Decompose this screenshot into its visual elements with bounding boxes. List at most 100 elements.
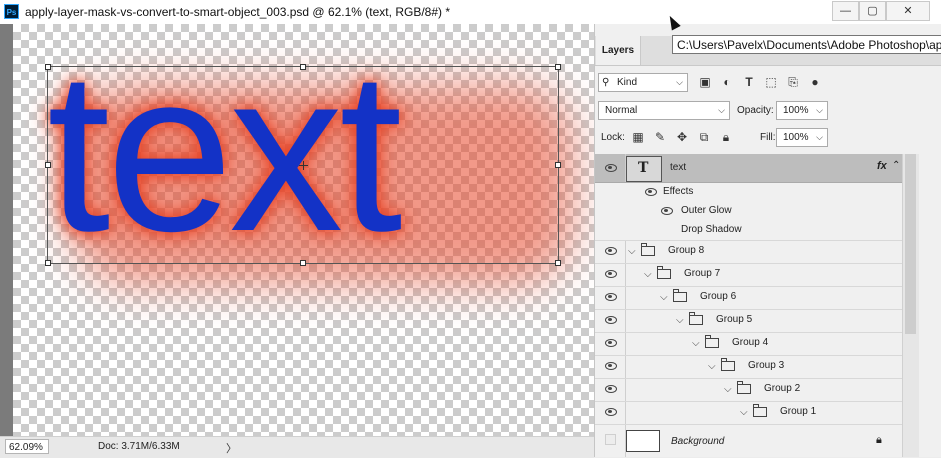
effect-outer-glow-row[interactable]: Outer Glow (595, 202, 903, 221)
effect-drop-shadow-row[interactable]: Drop Shadow (595, 221, 903, 241)
transform-handle-right[interactable] (555, 162, 561, 168)
shape-layer-filter-icon[interactable]: ⬚ (763, 73, 779, 91)
fill-field[interactable]: 100% ⌵ (776, 128, 828, 147)
status-bar: 62.09% Doc: 3.71M/6.33M 〉 (0, 436, 594, 458)
visibility-eye-icon[interactable] (605, 362, 617, 370)
lock-transparent-pixels-icon[interactable]: ▦ (630, 128, 646, 146)
layers-list[interactable]: T text fx ⌃ Effects Outer Glow Drop Shad… (595, 154, 903, 457)
document-title: apply-layer-mask-vs-convert-to-smart-obj… (25, 5, 450, 19)
type-layer-t-icon: T (638, 160, 649, 176)
layer-effects-fx-icon[interactable]: fx (877, 160, 887, 172)
visibility-toggle-hidden[interactable] (605, 434, 616, 445)
folder-icon (656, 266, 671, 279)
layer-row-text[interactable]: T text fx ⌃ (595, 154, 903, 183)
layer-row-group-2[interactable]: ⌵ Group 2 (595, 379, 903, 402)
layer-row-group-5[interactable]: ⌵ Group 5 (595, 310, 903, 333)
visibility-eye-icon[interactable] (605, 270, 617, 278)
chevron-down-icon[interactable]: ⌵ (676, 315, 684, 326)
chevron-up-icon[interactable]: ⌃ (892, 160, 900, 171)
adjustment-layer-filter-icon[interactable]: ◐ (719, 73, 735, 91)
search-icon: ⚲ (602, 77, 610, 88)
layer-row-group-3[interactable]: ⌵ Group 3 (595, 356, 903, 379)
layers-scrollbar[interactable] (902, 154, 919, 457)
layer-row-background[interactable]: Background 🔒︎ (595, 425, 903, 457)
folder-icon (720, 358, 735, 371)
lock-artboard-icon[interactable]: ⧉ (696, 128, 712, 146)
effects-row[interactable]: Effects (595, 183, 903, 202)
layer-row-group-8[interactable]: ⌵ Group 8 (595, 241, 903, 264)
maximize-icon: ▢ (867, 5, 878, 17)
photoshop-app-icon: Ps (4, 4, 19, 19)
opacity-label: Opacity: (737, 105, 774, 116)
transform-handle-bottom-left[interactable] (45, 260, 51, 266)
chevron-down-icon[interactable]: ⌵ (644, 269, 652, 280)
lock-label: Lock: (601, 132, 625, 143)
transform-bounding-box[interactable] (45, 64, 561, 266)
minimize-button[interactable]: — (832, 1, 859, 21)
filter-kind-dropdown[interactable]: ⚲ Kind ⌵ (598, 73, 688, 92)
blend-mode-dropdown[interactable]: Normal ⌵ (598, 101, 730, 120)
lock-position-move-icon[interactable]: ✥ (674, 128, 690, 146)
visibility-eye-icon[interactable] (605, 408, 617, 416)
canvas-area[interactable]: text (0, 24, 594, 436)
scrollbar-thumb[interactable] (905, 154, 916, 334)
transform-center-crosshair-icon[interactable] (299, 161, 308, 170)
opacity-value: 100% (783, 105, 809, 116)
effect-name: Outer Glow (681, 205, 732, 216)
folder-icon (736, 381, 751, 394)
lock-image-pixels-brush-icon[interactable]: ✎ (652, 128, 668, 146)
smart-object-filter-icon[interactable]: ⎘ (785, 73, 801, 91)
layer-row-group-6[interactable]: ⌵ Group 6 (595, 287, 903, 310)
lock-all-icon[interactable]: 🔒︎ (718, 128, 734, 146)
close-button[interactable]: ✕ (886, 1, 930, 21)
filter-toggle-icon[interactable]: ● (807, 73, 823, 91)
type-layer-filter-icon[interactable]: T (741, 73, 757, 91)
title-bar: Ps apply-layer-mask-vs-convert-to-smart-… (0, 0, 941, 25)
path-tooltip: C:\Users\Pavelx\Documents\Adobe Photosho… (672, 35, 941, 54)
chevron-down-icon[interactable]: ⌵ (740, 407, 748, 418)
transform-handle-top-left[interactable] (45, 64, 51, 70)
fill-label: Fill: (760, 132, 776, 143)
blend-mode-row: Normal ⌵ Opacity: 100% ⌵ (595, 101, 919, 121)
visibility-eye-icon[interactable] (605, 339, 617, 347)
visibility-eye-icon[interactable] (645, 188, 657, 196)
transform-handle-top-right[interactable] (555, 64, 561, 70)
layer-name: Group 3 (748, 360, 785, 371)
document-canvas[interactable]: text (13, 24, 594, 436)
layer-name: Group 1 (780, 406, 817, 417)
layer-row-group-1[interactable]: ⌵ Group 1 (595, 402, 903, 425)
folder-icon (688, 312, 703, 325)
document-info: Doc: 3.71M/6.33M (98, 441, 180, 452)
chevron-down-icon[interactable]: ⌵ (724, 384, 732, 395)
chevron-down-icon[interactable]: ⌵ (628, 246, 636, 257)
chevron-down-icon: ⌵ (816, 105, 823, 115)
transform-handle-top[interactable] (300, 64, 306, 70)
transform-handle-bottom[interactable] (300, 260, 306, 266)
layer-row-group-4[interactable]: ⌵ Group 4 (595, 333, 903, 356)
lock-icon[interactable]: 🔒︎ (876, 434, 882, 447)
maximize-button[interactable]: ▢ (859, 1, 886, 21)
transform-handle-left[interactable] (45, 162, 51, 168)
layer-row-group-7[interactable]: ⌵ Group 7 (595, 264, 903, 287)
visibility-eye-icon[interactable] (605, 293, 617, 301)
layer-name: Background (671, 436, 725, 447)
zoom-level-field[interactable]: 62.09% (5, 439, 49, 454)
chevron-down-icon: ⌵ (816, 132, 823, 142)
chevron-down-icon[interactable]: ⌵ (708, 361, 716, 372)
visibility-eye-icon[interactable] (605, 385, 617, 393)
lock-row: Lock: ▦ ✎ ✥ ⧉ 🔒︎ Fill: 100% ⌵ (595, 128, 919, 148)
visibility-eye-icon[interactable] (605, 164, 617, 172)
tab-layers[interactable]: Layers (596, 36, 641, 65)
chevron-down-icon: ⌵ (676, 77, 683, 87)
transform-handle-bottom-right[interactable] (555, 260, 561, 266)
opacity-field[interactable]: 100% ⌵ (776, 101, 828, 120)
status-menu-arrow-icon[interactable]: 〉 (226, 440, 237, 456)
close-icon: ✕ (903, 5, 913, 17)
visibility-eye-icon[interactable] (605, 316, 617, 324)
chevron-down-icon[interactable]: ⌵ (660, 292, 668, 303)
pixel-layer-filter-icon[interactable]: ▣ (697, 73, 713, 91)
visibility-eye-icon[interactable] (605, 247, 617, 255)
chevron-down-icon[interactable]: ⌵ (692, 338, 700, 349)
visibility-eye-icon[interactable] (661, 207, 673, 215)
layer-name: Group 6 (700, 291, 737, 302)
